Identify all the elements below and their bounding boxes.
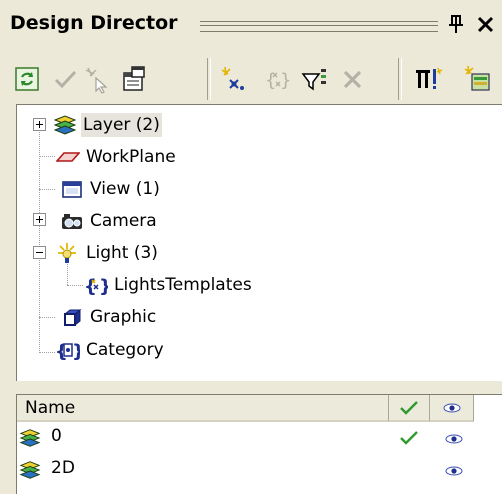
svg-text:}: }	[99, 276, 108, 297]
tree-line	[39, 156, 55, 157]
tree-item-label: Light (3)	[86, 243, 158, 263]
delete-icon[interactable]	[338, 64, 368, 94]
new-item-icon[interactable]	[218, 64, 248, 94]
tree-item-label: Camera	[90, 211, 157, 231]
expand-layer-toggle[interactable]	[33, 118, 46, 131]
expand-camera-toggle[interactable]	[33, 213, 46, 226]
tree-line	[39, 317, 55, 318]
check-icon[interactable]	[50, 64, 80, 94]
camera-icon	[60, 209, 84, 233]
tree-line	[39, 352, 55, 353]
layer-icon	[19, 461, 41, 479]
drag-grip[interactable]	[200, 21, 438, 32]
tree-line	[39, 129, 40, 353]
panel-title: Design Director	[10, 12, 178, 34]
table-row[interactable]: 2D	[17, 456, 502, 484]
svg-text:}: }	[72, 341, 80, 362]
tree-item-view[interactable]: View (1)	[60, 174, 162, 204]
layer-icon	[53, 113, 77, 137]
template-icon[interactable]: { }	[262, 64, 292, 94]
filter-icon[interactable]	[300, 64, 330, 94]
check-icon	[400, 401, 418, 415]
column-header-name[interactable]: Name	[17, 395, 389, 422]
properties-icon[interactable]	[118, 64, 148, 94]
title-bar[interactable]: Design Director	[0, 0, 502, 50]
tree-item-layer[interactable]: Layer (2)	[53, 110, 162, 140]
tree-item-label: View (1)	[90, 179, 160, 199]
svg-text:{: {	[265, 70, 276, 91]
tree-item-light[interactable]: Light (3)	[56, 238, 160, 268]
eye-icon[interactable]	[444, 433, 464, 445]
toolbar-separator	[398, 58, 402, 100]
tree-line	[39, 189, 55, 190]
svg-text:}: }	[280, 70, 291, 91]
new-layer-icon[interactable]	[462, 64, 492, 94]
pin-icon[interactable]	[447, 13, 465, 35]
column-header-visible[interactable]	[430, 395, 474, 422]
tree-item-workplane[interactable]: WorkPlane	[56, 142, 178, 172]
toolbar-separator	[207, 58, 211, 100]
tree-item-lightstemplates[interactable]: { } LightsTemplates	[84, 270, 254, 300]
refresh-icon[interactable]	[12, 64, 42, 94]
table-row[interactable]: 0	[17, 424, 502, 452]
column-header-active[interactable]	[389, 395, 430, 422]
tree-item-label: Graphic	[90, 307, 157, 327]
select-tool-icon[interactable]	[82, 64, 112, 94]
tree-item-label: WorkPlane	[86, 147, 176, 167]
collapse-light-toggle[interactable]	[33, 246, 46, 259]
tree-line	[67, 285, 83, 286]
tree-item-graphic[interactable]: Graphic	[60, 302, 158, 332]
column-header-label: Name	[25, 398, 76, 418]
tree-item-label: LightsTemplates	[114, 275, 252, 295]
eye-icon	[443, 403, 461, 413]
layer-name: 2D	[51, 458, 75, 478]
tree-item-label: Layer (2)	[81, 113, 162, 137]
tree-item-camera[interactable]: Camera	[60, 206, 159, 236]
category-icon: { }	[56, 338, 80, 362]
close-icon[interactable]	[476, 13, 496, 35]
active-check-icon[interactable]	[399, 430, 419, 446]
settings-icon[interactable]	[414, 64, 444, 94]
layer-name: 0	[51, 426, 62, 446]
eye-icon[interactable]	[444, 465, 464, 477]
graphic-icon	[60, 305, 84, 329]
light-icon	[56, 241, 80, 265]
tree-item-category[interactable]: { } Category	[56, 335, 166, 365]
view-icon	[60, 177, 84, 201]
workplane-icon	[56, 145, 80, 169]
tree-item-label: Category	[86, 340, 164, 360]
template-icon: { }	[84, 273, 108, 297]
layer-icon	[19, 429, 41, 447]
